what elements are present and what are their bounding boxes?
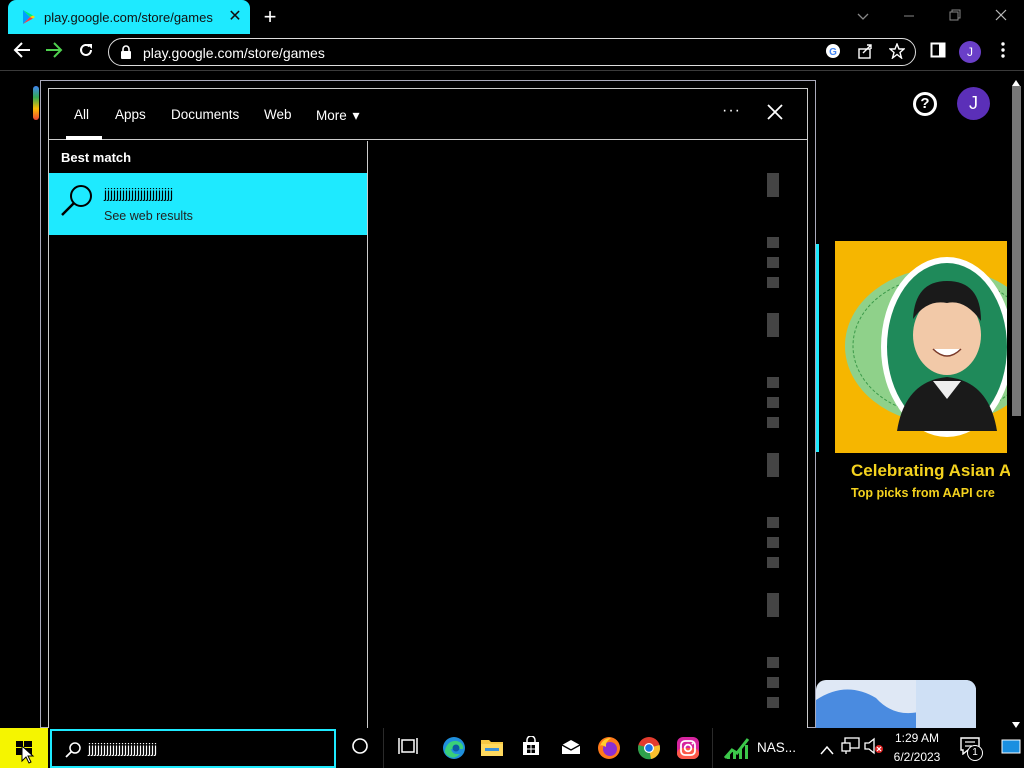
new-tab-button[interactable]: + xyxy=(258,5,282,29)
scroll-up-arrow[interactable] xyxy=(1011,74,1021,86)
tab-search-icon[interactable] xyxy=(841,4,885,28)
profile-avatar[interactable]: J xyxy=(959,41,981,63)
page-scrollbar-thumb[interactable] xyxy=(1012,86,1021,416)
skeleton-block xyxy=(767,657,779,668)
tab-documents[interactable]: Documents xyxy=(171,107,239,122)
pinned-app-label[interactable]: NAS... xyxy=(757,740,796,755)
skeleton-block xyxy=(767,557,779,568)
side-panel-icon[interactable] xyxy=(925,40,951,64)
promo-title[interactable]: Celebrating Asian A xyxy=(851,461,1011,481)
edge-icon[interactable] xyxy=(441,736,467,762)
bookmark-star-icon[interactable] xyxy=(887,42,907,63)
tab-all[interactable]: All xyxy=(74,107,89,122)
start-button[interactable] xyxy=(0,728,48,768)
clock-date[interactable]: 6/2/2023 xyxy=(888,750,946,764)
skeleton-block xyxy=(767,377,779,388)
chevron-down-icon: ▾ xyxy=(352,107,360,123)
search-icon xyxy=(61,185,92,216)
tab-title: play.google.com/store/games xyxy=(44,10,213,25)
help-icon[interactable]: ? xyxy=(913,92,937,116)
google-lens-icon[interactable]: G xyxy=(823,43,843,63)
browser-toolbar: play.google.com/store/games G J xyxy=(0,34,1024,71)
taskbar-search-box[interactable]: jjjjjjjjjjjjjjjjjjjjjjj xyxy=(50,729,336,768)
skeleton-block xyxy=(767,453,779,477)
reload-button[interactable] xyxy=(73,40,99,64)
divider xyxy=(383,728,384,768)
promo-card-bottom[interactable] xyxy=(816,680,976,728)
mail-icon[interactable] xyxy=(558,736,584,762)
result-subtitle: See web results xyxy=(104,209,193,223)
promo-subtitle: Top picks from AAPI cre xyxy=(851,486,995,500)
skeleton-block xyxy=(767,277,779,288)
chrome-icon[interactable] xyxy=(636,736,662,762)
skeleton-block xyxy=(767,173,779,197)
skeleton-block xyxy=(767,537,779,548)
forward-button[interactable] xyxy=(41,40,67,64)
skeleton-block xyxy=(767,593,779,617)
volume-muted-icon[interactable] xyxy=(861,736,887,762)
instagram-icon[interactable] xyxy=(675,736,701,762)
show-hidden-icons-icon[interactable] xyxy=(814,736,840,762)
skeleton-block xyxy=(767,677,779,688)
divider xyxy=(712,728,713,768)
notification-count-badge: 1 xyxy=(967,745,983,761)
skeleton-block xyxy=(767,697,779,708)
skeleton-block xyxy=(767,417,779,428)
windows-start-icon xyxy=(16,741,35,764)
clock-time[interactable]: 1:29 AM xyxy=(892,731,942,745)
share-icon[interactable] xyxy=(855,43,875,63)
back-button[interactable] xyxy=(9,40,35,64)
task-view-icon[interactable] xyxy=(395,736,421,762)
search-filter-tabs: All Apps Documents Web More ▾ xyxy=(48,88,808,140)
tab-close-icon[interactable]: ✕ xyxy=(226,7,244,27)
browser-tab-active[interactable]: play.google.com/store/games ✕ xyxy=(8,0,250,34)
store-icon[interactable] xyxy=(518,735,544,762)
tab-selected-indicator xyxy=(66,136,102,140)
best-match-result[interactable]: jjjjjjjjjjjjjjjjjjjjjjj See web results xyxy=(49,173,367,235)
more-options-icon[interactable]: ··· xyxy=(722,102,741,120)
tab-web[interactable]: Web xyxy=(264,107,292,122)
close-window-button[interactable] xyxy=(979,4,1023,28)
google-play-icon xyxy=(23,10,35,24)
play-logo-fragment xyxy=(33,86,39,120)
firefox-icon[interactable] xyxy=(596,736,622,762)
restore-button[interactable] xyxy=(933,4,977,28)
tab-apps[interactable]: Apps xyxy=(115,107,146,122)
minimize-button[interactable] xyxy=(887,4,931,28)
svg-text:G: G xyxy=(829,47,837,58)
search-icon xyxy=(65,742,81,758)
lock-icon[interactable] xyxy=(119,45,133,59)
taskbar-search-input[interactable]: jjjjjjjjjjjjjjjjjjjjjjj xyxy=(88,741,157,756)
skeleton-block xyxy=(767,257,779,268)
carousel-edge xyxy=(816,244,819,452)
skeleton-block xyxy=(767,517,779,528)
tab-more-label: More xyxy=(316,108,347,123)
skeleton-block xyxy=(767,313,779,337)
close-icon[interactable] xyxy=(764,102,786,124)
result-title: jjjjjjjjjjjjjjjjjjjjjjj xyxy=(104,186,173,201)
skeleton-block xyxy=(767,397,779,408)
file-explorer-icon[interactable] xyxy=(479,736,505,762)
browser-menu-icon[interactable] xyxy=(990,40,1016,64)
promo-card-image[interactable] xyxy=(835,241,1007,453)
address-bar[interactable]: play.google.com/store/games G xyxy=(108,38,916,66)
account-avatar[interactable]: J xyxy=(957,87,990,120)
address-bar-url[interactable]: play.google.com/store/games xyxy=(143,45,325,61)
browser-tab-bar: play.google.com/store/games ✕ + xyxy=(0,0,1024,34)
portrait-illustration xyxy=(835,241,1007,453)
cortana-icon[interactable] xyxy=(347,736,373,762)
show-desktop-button[interactable] xyxy=(1001,738,1021,756)
scroll-down-arrow[interactable] xyxy=(1011,716,1021,728)
skeleton-block xyxy=(767,237,779,248)
tab-more[interactable]: More ▾ xyxy=(316,107,360,124)
best-match-heading: Best match xyxy=(61,150,132,165)
stock-chart-icon[interactable] xyxy=(723,736,750,762)
